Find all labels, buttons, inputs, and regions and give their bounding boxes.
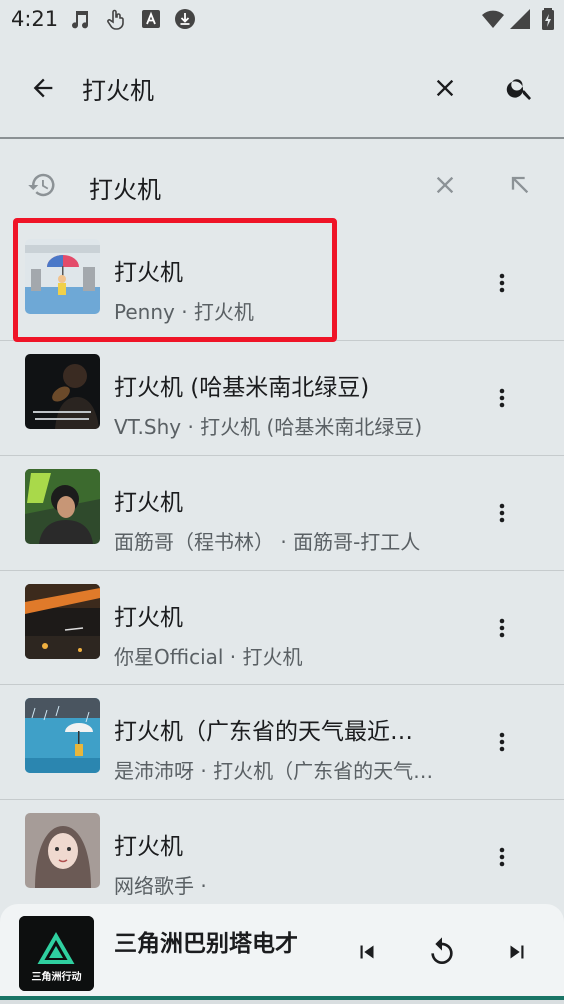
album-art (25, 469, 100, 544)
history-label: 打火机 (89, 176, 161, 204)
status-time: 4:21 (11, 7, 59, 31)
more-vert-icon (499, 732, 505, 752)
replay-icon (431, 937, 453, 964)
clear-search-button[interactable] (423, 66, 467, 110)
highlight-box (13, 218, 337, 342)
result-subtitle: 面筋哥（程书林） · 面筋哥-打工人 (114, 530, 421, 554)
more-options-button[interactable] (480, 720, 524, 764)
album-art (25, 698, 100, 773)
arrow-back-icon (33, 78, 53, 98)
now-playing-art-text: 三角洲行动 (31, 972, 82, 983)
replay-button[interactable] (420, 930, 464, 974)
now-playing-bar[interactable]: 三角洲行动 三角洲巴别塔电才 (0, 904, 564, 996)
more-options-button[interactable] (480, 261, 524, 305)
font-a-icon (139, 7, 163, 31)
next-button[interactable] (495, 930, 539, 974)
more-options-button[interactable] (480, 376, 524, 420)
result-title: 打火机 (114, 605, 183, 631)
search-input[interactable]: 打火机 (82, 71, 154, 106)
result-item[interactable]: 打火机 网络歌手 · (0, 800, 564, 914)
skip-previous-icon (360, 945, 374, 959)
result-title: 打火机（广东省的天气最近… (114, 719, 413, 745)
battery-icon (536, 7, 560, 31)
more-options-button[interactable] (480, 835, 524, 879)
previous-button[interactable] (345, 930, 389, 974)
result-subtitle: VT.Shy · 打火机 (哈基米南北绿豆) (114, 415, 423, 439)
close-icon (436, 176, 454, 194)
remove-history-button[interactable] (423, 163, 467, 207)
skip-next-icon (510, 945, 524, 959)
more-vert-icon (499, 503, 505, 523)
result-subtitle: 你星Official · 打火机 (114, 645, 303, 669)
result-item[interactable]: 打火机（广东省的天气最近… 是沛沛呀 · 打火机（广东省的天气… (0, 685, 564, 799)
now-playing-art: 三角洲行动 (19, 916, 94, 991)
result-title: 打火机 (114, 834, 183, 860)
result-item[interactable]: 打火机 你星Official · 打火机 (0, 571, 564, 685)
cellular-signal-icon (508, 7, 532, 31)
more-options-button[interactable] (480, 606, 524, 650)
search-bar: 打火机 (0, 56, 564, 122)
music-note-icon (68, 7, 92, 31)
album-art (25, 354, 100, 429)
search-icon (506, 79, 531, 100)
arrow-up-left-icon (511, 176, 529, 194)
history-icon (20, 163, 64, 207)
now-playing-title: 三角洲巴别塔电才 (114, 931, 298, 957)
touch-hand-icon (104, 7, 128, 31)
result-subtitle: 网络歌手 · (114, 874, 207, 898)
search-divider (0, 137, 564, 139)
back-button[interactable] (21, 66, 65, 110)
more-vert-icon (499, 847, 505, 867)
album-art (25, 584, 100, 659)
fill-query-button[interactable] (498, 163, 542, 207)
search-button[interactable] (498, 66, 542, 110)
result-item[interactable]: 打火机 (哈基米南北绿豆) VT.Shy · 打火机 (哈基米南北绿豆) (0, 341, 564, 455)
result-item[interactable]: 打火机 面筋哥（程书林） · 面筋哥-打工人 (0, 456, 564, 570)
close-icon (436, 79, 454, 97)
download-icon (173, 7, 197, 31)
result-subtitle: 是沛沛呀 · 打火机（广东省的天气… (114, 759, 434, 783)
album-art (25, 813, 100, 888)
status-bar: 4:21 (0, 0, 564, 40)
search-history-item[interactable]: 打火机 (0, 158, 564, 212)
wifi-icon (481, 7, 505, 31)
result-title: 打火机 (哈基米南北绿豆) (114, 375, 370, 401)
more-vert-icon (499, 618, 505, 638)
more-vert-icon (499, 273, 505, 293)
result-title: 打火机 (114, 490, 183, 516)
more-vert-icon (499, 388, 505, 408)
navigation-bar (0, 1000, 564, 1004)
more-options-button[interactable] (480, 491, 524, 535)
